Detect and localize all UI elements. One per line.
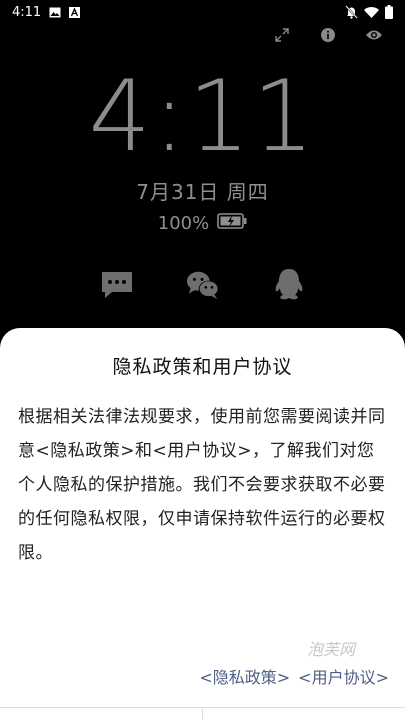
lock-screen: 4:11 4:11 7月31日 周四 100% 隐私政策和用户协议 根据相关法律… <box>0 0 405 720</box>
mute-bell-icon <box>345 5 358 19</box>
privacy-dialog: 隐私政策和用户协议 根据相关法律法规要求，使用前您需要阅读并同意<隐私政策>和<… <box>0 328 405 720</box>
status-bar: 4:11 <box>0 0 405 24</box>
gallery-icon <box>49 7 61 18</box>
eye-icon[interactable] <box>365 26 383 44</box>
watermark: 泡芙网 <box>306 640 355 659</box>
charging-battery-icon <box>217 212 247 235</box>
agree-button[interactable] <box>203 708 405 720</box>
policy-links: <隐私政策> <用户协议> <box>199 664 389 688</box>
battery-status: 100% <box>0 212 405 235</box>
user-agreement-link[interactable]: <用户协议> <box>298 664 389 688</box>
top-actions <box>273 26 383 44</box>
dialog-body: 根据相关法律法规要求，使用前您需要阅读并同意<隐私政策>和<用户协议>，了解我们… <box>18 407 386 563</box>
dialog-title: 隐私政策和用户协议 <box>112 356 293 378</box>
battery-icon <box>385 5 393 19</box>
dialog-footer <box>0 707 405 720</box>
a-icon <box>69 6 81 18</box>
battery-percent: 100% <box>157 213 210 234</box>
status-time: 4:11 <box>12 4 42 20</box>
info-icon[interactable] <box>319 26 337 44</box>
wechat-icon[interactable] <box>186 268 220 302</box>
expand-icon[interactable] <box>273 26 291 44</box>
notification-apps <box>0 268 405 302</box>
wifi-icon <box>364 6 379 18</box>
privacy-policy-link[interactable]: <隐私政策> <box>199 664 290 688</box>
date: 7月31日 周四 <box>136 180 269 204</box>
messages-icon[interactable] <box>100 268 134 302</box>
clock: 4:11 <box>88 60 317 174</box>
qq-icon[interactable] <box>272 268 306 302</box>
disagree-button[interactable] <box>0 708 202 720</box>
